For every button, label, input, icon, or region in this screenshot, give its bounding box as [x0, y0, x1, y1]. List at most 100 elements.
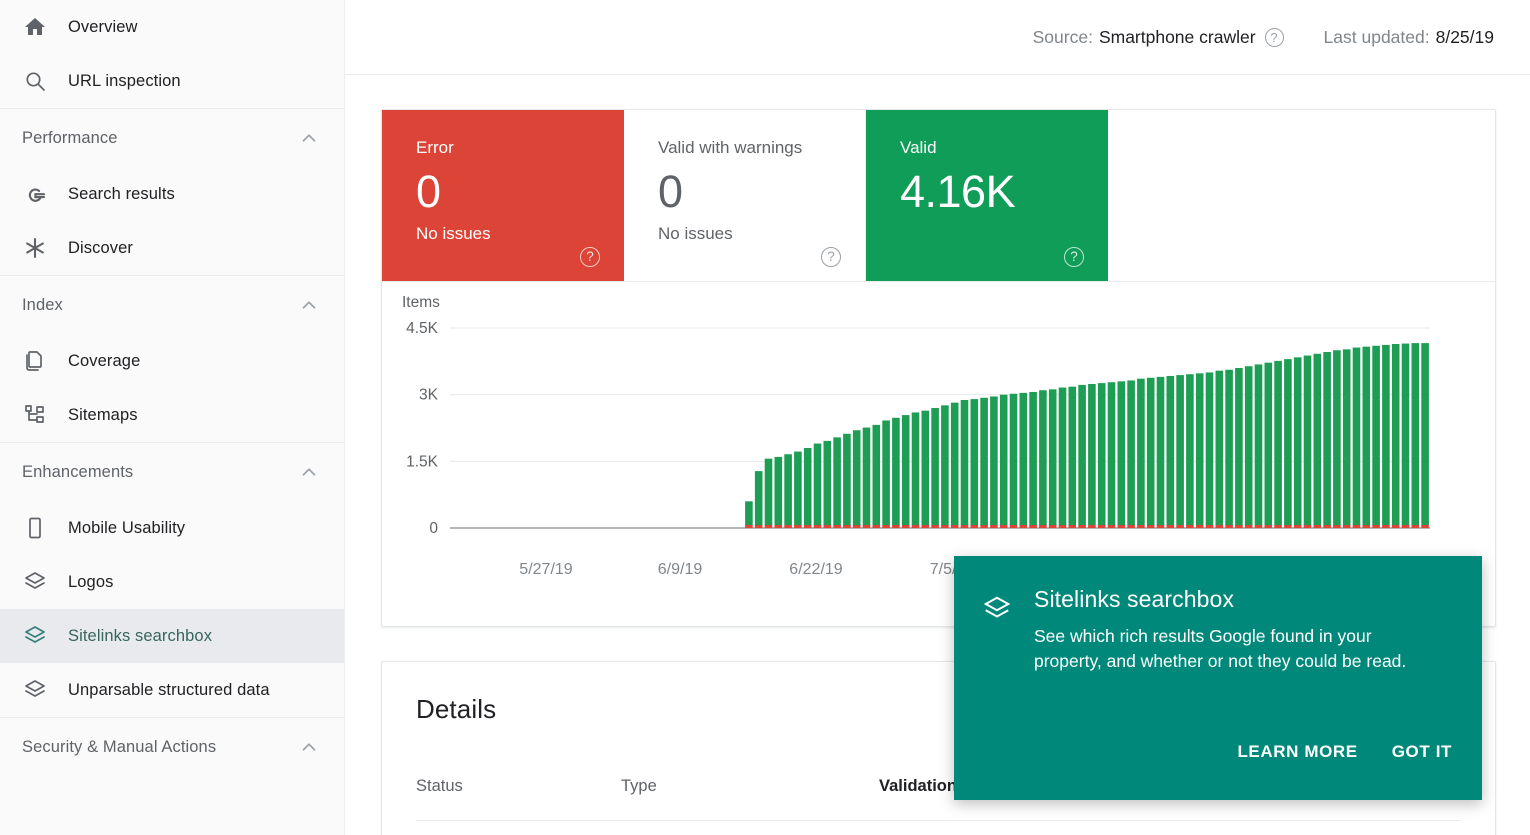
chart-bar[interactable] [1176, 375, 1184, 525]
chart-bar[interactable] [1206, 372, 1214, 525]
chart-bar[interactable] [784, 454, 792, 525]
chart-bar[interactable] [1127, 380, 1135, 525]
chart-bar[interactable] [1421, 343, 1429, 525]
chart-bar[interactable] [1343, 349, 1351, 525]
chart-bar[interactable] [1235, 368, 1243, 525]
chart-bar[interactable] [1000, 395, 1008, 525]
status-card-valid[interactable]: Valid4.16K? [866, 110, 1108, 281]
source-help-icon[interactable]: ? [1265, 28, 1284, 47]
chart-bar[interactable] [1255, 364, 1263, 525]
sidebar-item-sitemaps[interactable]: Sitemaps [0, 388, 344, 442]
chart-bar[interactable] [912, 412, 920, 525]
status-card-error[interactable]: Error0No issues? [382, 110, 624, 281]
sidebar-section-performance[interactable]: Performance [0, 109, 344, 167]
status-card-help-icon[interactable]: ? [1064, 247, 1084, 267]
got-it-button[interactable]: GOT IT [1392, 742, 1452, 762]
sidebar-item-mobile-usability[interactable]: Mobile Usability [0, 501, 344, 555]
chevron-up-icon[interactable] [298, 127, 320, 149]
status-card-help-icon[interactable]: ? [821, 247, 841, 267]
chart-bar[interactable] [1274, 361, 1282, 525]
chart-bar[interactable] [1284, 359, 1292, 525]
chart-bar[interactable] [1402, 344, 1410, 525]
chart-bar[interactable] [1314, 354, 1322, 525]
chart-bar[interactable] [1167, 376, 1175, 525]
chart-bar[interactable] [971, 399, 979, 525]
chart-bar[interactable] [1137, 379, 1145, 525]
chart-bar[interactable] [1363, 347, 1371, 525]
sidebar-item-url-inspection[interactable]: URL inspection [0, 54, 344, 108]
column-header-type[interactable]: Type [621, 777, 879, 796]
chart-bar[interactable] [1098, 383, 1106, 525]
chart-bar[interactable] [931, 408, 939, 525]
chart-bar[interactable] [1382, 345, 1390, 525]
chart-bar[interactable] [765, 459, 773, 525]
learn-more-button[interactable]: LEARN MORE [1237, 742, 1357, 762]
chart-bar[interactable] [1294, 357, 1302, 525]
chart-bar[interactable] [1059, 388, 1067, 525]
chart-bar[interactable] [1353, 348, 1361, 525]
chart-bar[interactable] [755, 471, 763, 525]
chart-bar[interactable] [1323, 352, 1331, 525]
chart-bar[interactable] [1196, 373, 1204, 525]
chart-bar[interactable] [1039, 390, 1047, 525]
chart-bar[interactable] [892, 418, 900, 525]
chevron-up-icon[interactable] [298, 294, 320, 316]
chart-bar[interactable] [1304, 356, 1312, 525]
chart-bar[interactable] [863, 428, 871, 525]
chart-bar[interactable] [1392, 344, 1400, 525]
chevron-up-icon[interactable] [298, 736, 320, 758]
sidebar-section-security-manual-actions[interactable]: Security & Manual Actions [0, 718, 344, 776]
column-header-status[interactable]: Status [416, 777, 621, 796]
sidebar-item-search-results[interactable]: Search results [0, 167, 344, 221]
sidebar-item-discover[interactable]: Discover [0, 221, 344, 275]
chart-bar[interactable] [1088, 384, 1096, 525]
chart-bar[interactable] [1147, 378, 1155, 525]
chart-bar[interactable] [794, 452, 802, 525]
chart-bar[interactable] [1157, 377, 1165, 525]
chart-bar[interactable] [833, 437, 841, 525]
sidebar-item-unparsable-structured-data[interactable]: Unparsable structured data [0, 663, 344, 717]
chart-bar[interactable] [1108, 382, 1116, 525]
chart-bar[interactable] [1078, 385, 1086, 525]
chart-bar[interactable] [1049, 389, 1057, 525]
sidebar-section-index[interactable]: Index [0, 276, 344, 334]
chart-bar[interactable] [1333, 350, 1341, 525]
sidebar-item-overview[interactable]: Overview [0, 0, 344, 54]
chart-bar[interactable] [804, 448, 812, 525]
chart-bar[interactable] [853, 430, 861, 525]
sidebar-item-sitelinks-searchbox[interactable]: Sitelinks searchbox [0, 609, 344, 663]
chart-bar[interactable] [882, 420, 890, 525]
chart-bar[interactable] [902, 415, 910, 525]
chart-bar[interactable] [1372, 346, 1380, 525]
chart-bar[interactable] [1245, 366, 1253, 525]
chart-bar[interactable] [1225, 370, 1233, 525]
chart-bar[interactable] [814, 444, 822, 525]
chart-bar[interactable] [951, 403, 959, 525]
chart-bar[interactable] [1020, 393, 1028, 525]
sidebar-item-logos[interactable]: Logos [0, 555, 344, 609]
chart-bar[interactable] [1186, 374, 1194, 525]
chart-bar[interactable] [961, 400, 969, 525]
chart-bar[interactable] [1412, 343, 1420, 525]
chart-bar[interactable] [745, 501, 753, 525]
chart-bar[interactable] [1010, 394, 1018, 525]
chart-bar[interactable] [1216, 371, 1224, 525]
column-header-validation[interactable]: Validation [879, 777, 957, 796]
chart-bar[interactable] [941, 405, 949, 525]
chart-bar[interactable] [824, 441, 832, 525]
sidebar-item-coverage[interactable]: Coverage [0, 334, 344, 388]
chart-bar[interactable] [843, 434, 851, 525]
chart-bar[interactable] [1118, 381, 1126, 525]
chart-bar[interactable] [922, 411, 930, 525]
chart-bar[interactable] [990, 396, 998, 525]
chart-bar[interactable] [980, 398, 988, 525]
chart-bar[interactable] [1069, 387, 1077, 525]
chart-bar[interactable] [873, 425, 881, 525]
status-card-valid-with-warnings[interactable]: Valid with warnings0No issues? [624, 110, 866, 281]
chart-bar[interactable] [775, 457, 783, 525]
sidebar-section-enhancements[interactable]: Enhancements [0, 443, 344, 501]
status-card-help-icon[interactable]: ? [580, 247, 600, 267]
chart-bar[interactable] [1265, 363, 1273, 525]
chart-bar[interactable] [1029, 392, 1037, 525]
chevron-up-icon[interactable] [298, 461, 320, 483]
